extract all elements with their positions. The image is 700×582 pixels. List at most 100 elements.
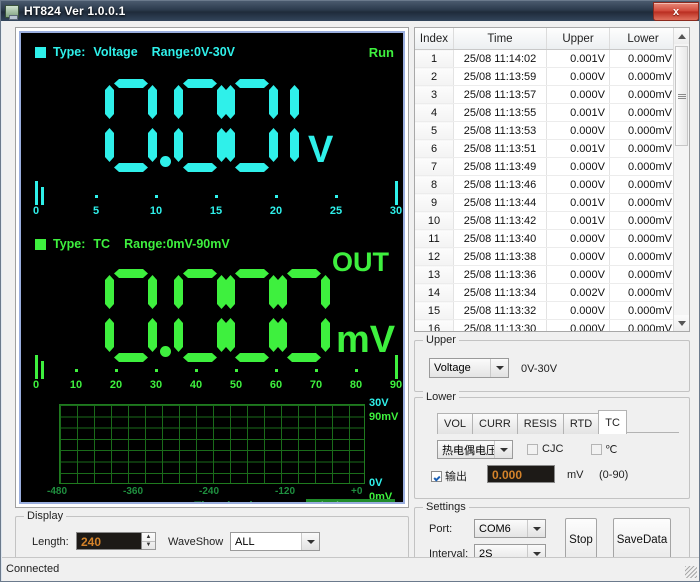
cell-index: 6 xyxy=(415,140,454,158)
cell-index: 14 xyxy=(415,284,454,302)
bargraph-tick-label: 30 xyxy=(390,205,402,217)
tab-resis[interactable]: RESIS xyxy=(517,413,564,434)
tc-mode-select[interactable]: 热电偶电压 xyxy=(437,440,513,459)
client-area: Type: Voltage Range:0V-30V Run V 0510152… xyxy=(2,21,699,581)
output-checkbox[interactable] xyxy=(431,471,442,482)
tc-mode-value: 热电偶电压 xyxy=(442,442,497,458)
tab-vol[interactable]: VOL xyxy=(437,413,473,434)
chevron-down-icon[interactable] xyxy=(494,441,512,458)
table-row[interactable]: 525/08 11:13:530.000V0.000mV xyxy=(415,122,677,140)
table-body: 125/08 11:14:020.001V0.000mV225/08 11:13… xyxy=(415,50,677,333)
save-data-button[interactable]: SaveData xyxy=(613,518,671,562)
upper-type-label: Type: xyxy=(53,45,85,59)
table-row[interactable]: 1425/08 11:13:340.002V0.000mV xyxy=(415,284,677,302)
cell-upper: 0.000V xyxy=(547,176,610,194)
cell-index: 12 xyxy=(415,248,454,266)
column-header-time[interactable]: Time xyxy=(454,28,547,50)
column-header-lower[interactable]: Lower xyxy=(610,28,677,50)
tab-curr[interactable]: CURR xyxy=(472,413,518,434)
bargraph-tick-label: 10 xyxy=(150,205,162,217)
cell-time: 25/08 11:13:44 xyxy=(454,194,547,212)
waveshow-select[interactable]: ALL xyxy=(230,532,320,551)
resize-grip[interactable] xyxy=(685,566,697,578)
cell-upper: 0.000V xyxy=(547,248,610,266)
length-input[interactable]: 240 xyxy=(76,532,142,550)
seven-segment-digit xyxy=(226,269,278,361)
length-stepper[interactable]: ▲ ▼ xyxy=(142,532,156,550)
chevron-down-icon[interactable] xyxy=(527,520,545,537)
lower-tabstrip: VOLCURRRESISRTDTC xyxy=(437,410,626,434)
column-header-index[interactable]: Index xyxy=(415,28,454,50)
lower-bargraph: 0102030405060708090 xyxy=(33,355,399,395)
column-header-upper[interactable]: Upper xyxy=(547,28,610,50)
chart-x-tick-label: -480 xyxy=(47,486,67,497)
scrollbar-thumb[interactable] xyxy=(675,46,688,146)
table-row[interactable]: 1525/08 11:13:320.000V0.000mV xyxy=(415,302,677,320)
bargraph-tick-label: 0 xyxy=(33,205,39,217)
bargraph-tick-dot xyxy=(275,195,278,198)
seven-segment-digit xyxy=(105,269,157,361)
chevron-down-icon[interactable] xyxy=(490,359,508,377)
cell-upper: 0.000V xyxy=(547,68,610,86)
cell-time: 25/08 11:13:38 xyxy=(454,248,547,266)
bargraph-tick-label: 15 xyxy=(210,205,222,217)
scroll-up-icon[interactable] xyxy=(674,28,689,44)
output-checkbox-group[interactable]: 输出 xyxy=(431,468,467,484)
bargraph-tick-dot xyxy=(315,369,318,372)
port-select[interactable]: COM6 xyxy=(474,519,546,538)
chart-x-tick-label: -360 xyxy=(123,486,143,497)
table-row[interactable]: 325/08 11:13:570.000V0.000mV xyxy=(415,86,677,104)
output-label: 输出 xyxy=(445,468,467,484)
tab-tc[interactable]: TC xyxy=(598,410,627,434)
stepper-up-icon[interactable]: ▲ xyxy=(142,533,155,542)
bargraph-tick-label: 20 xyxy=(270,205,282,217)
chart-lower-max-label: 90mV xyxy=(369,411,398,423)
cell-upper: 0.000V xyxy=(547,302,610,320)
cell-index: 2 xyxy=(415,68,454,86)
cjc-label: CJC xyxy=(542,443,563,455)
bargraph-end-marker xyxy=(35,181,38,205)
lower-display-header: Type: TC Range:0mV-90mV xyxy=(35,237,230,251)
table-scrollbar[interactable] xyxy=(673,28,689,331)
cell-lower: 0.000mV xyxy=(610,266,677,284)
output-value-input[interactable]: 0.000 xyxy=(487,465,555,483)
seven-segment-digit xyxy=(105,79,157,171)
scroll-down-icon[interactable] xyxy=(674,315,689,331)
measurement-table[interactable]: Index Time Upper Lower 125/08 11:14:020.… xyxy=(414,27,690,332)
lower-indicator-icon xyxy=(35,239,46,250)
table-row[interactable]: 225/08 11:13:590.000V0.000mV xyxy=(415,68,677,86)
table-row[interactable]: 925/08 11:13:440.001V0.000mV xyxy=(415,194,677,212)
table-row[interactable]: 425/08 11:13:550.001V0.000mV xyxy=(415,104,677,122)
cell-upper: 0.001V xyxy=(547,140,610,158)
cell-lower: 0.000mV xyxy=(610,230,677,248)
table-row[interactable]: 125/08 11:14:020.001V0.000mV xyxy=(415,50,677,68)
table-row[interactable]: 1225/08 11:13:380.000V0.000mV xyxy=(415,248,677,266)
table-row[interactable]: 825/08 11:13:460.000V0.000mV xyxy=(415,176,677,194)
table-row[interactable]: 1125/08 11:13:400.000V0.000mV xyxy=(415,230,677,248)
cell-index: 13 xyxy=(415,266,454,284)
celsius-checkbox[interactable] xyxy=(591,444,602,455)
upper-type-select[interactable]: Voltage xyxy=(429,358,509,378)
celsius-checkbox-group[interactable]: ℃ xyxy=(591,443,617,456)
table-row[interactable]: 1325/08 11:13:360.000V0.000mV xyxy=(415,266,677,284)
lcd-display: Type: Voltage Range:0V-30V Run V 0510152… xyxy=(19,31,405,504)
stop-button[interactable]: Stop xyxy=(565,518,597,562)
close-icon[interactable]: x xyxy=(653,2,699,21)
upper-bargraph-labels: 051015202530 xyxy=(33,205,399,219)
tab-rtd[interactable]: RTD xyxy=(563,413,599,434)
upper-reading: V xyxy=(105,79,333,171)
bargraph-end-marker xyxy=(35,355,38,379)
table-row[interactable]: 625/08 11:13:510.001V0.000mV xyxy=(415,140,677,158)
stepper-down-icon[interactable]: ▼ xyxy=(142,542,155,550)
chevron-down-icon[interactable] xyxy=(301,533,319,550)
upper-type-value: Voltage xyxy=(93,45,137,59)
cell-lower: 0.000mV xyxy=(610,194,677,212)
cell-lower: 0.000mV xyxy=(610,212,677,230)
monitor-icon xyxy=(5,5,19,18)
cjc-checkbox-group[interactable]: CJC xyxy=(527,443,563,455)
table-row[interactable]: 1025/08 11:13:420.001V0.000mV xyxy=(415,212,677,230)
table-row[interactable]: 1625/08 11:13:300.000V0.000mV xyxy=(415,320,677,333)
cell-lower: 0.000mV xyxy=(610,122,677,140)
table-row[interactable]: 725/08 11:13:490.000V0.000mV xyxy=(415,158,677,176)
cjc-checkbox[interactable] xyxy=(527,444,538,455)
